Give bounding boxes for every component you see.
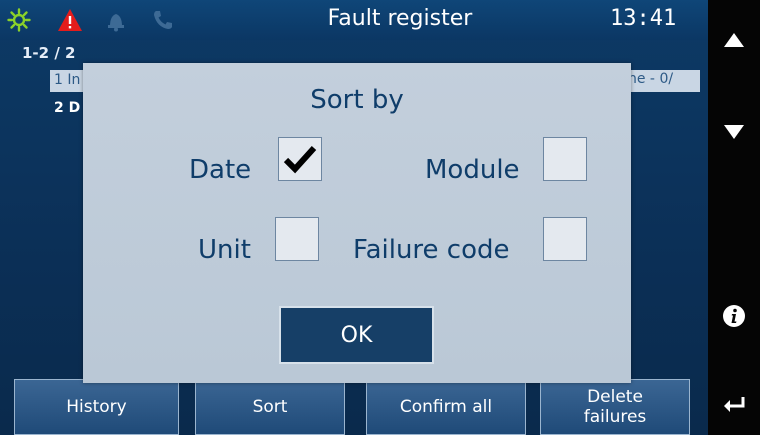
- ok-button[interactable]: OK: [279, 306, 434, 364]
- list-item-detail: ne - 0/: [628, 71, 674, 87]
- back-button[interactable]: [708, 384, 760, 424]
- delete-failures-button[interactable]: Delete failures: [540, 379, 690, 435]
- status-bar: Fault register 13:41: [0, 0, 708, 40]
- info-icon: [723, 305, 745, 327]
- bell-icon: [103, 7, 129, 33]
- sort-dialog: Sort by Date Module Unit Failure code OK: [83, 63, 631, 383]
- scroll-down-button[interactable]: [708, 112, 760, 152]
- sort-button[interactable]: Sort: [195, 379, 345, 435]
- dialog-title: Sort by: [310, 85, 404, 115]
- gear-icon: [6, 7, 32, 33]
- softkey-bar: History Sort Confirm all Delete failures: [0, 375, 708, 435]
- back-icon: [724, 397, 745, 412]
- confirm-all-button[interactable]: Confirm all: [366, 379, 526, 435]
- history-button[interactable]: History: [14, 379, 179, 435]
- date-checkbox[interactable]: [278, 137, 322, 181]
- unit-label: Unit: [198, 235, 251, 265]
- unit-checkbox[interactable]: [275, 217, 319, 261]
- failure-code-checkbox[interactable]: [543, 217, 587, 261]
- phone-icon: [150, 7, 176, 33]
- module-label: Module: [425, 155, 520, 185]
- side-rail: [708, 0, 760, 435]
- up-arrow-icon: [724, 33, 744, 47]
- device-screen: Fault register 13:41 1-2 / 2 1 In ne - 0…: [0, 0, 708, 435]
- list-item-label: 1 In: [54, 72, 81, 88]
- info-button[interactable]: [708, 296, 760, 336]
- scroll-up-button[interactable]: [708, 20, 760, 60]
- warning-icon: [57, 7, 83, 33]
- module-checkbox[interactable]: [543, 137, 587, 181]
- clock: 13:41: [610, 6, 677, 31]
- item-counter: 1-2 / 2: [22, 44, 76, 62]
- failure-code-label: Failure code: [353, 235, 510, 265]
- down-arrow-icon: [724, 125, 744, 139]
- page-title: Fault register: [327, 6, 473, 31]
- checkmark-icon: [283, 145, 317, 174]
- list-item-label: 2 D: [54, 100, 81, 116]
- date-label: Date: [189, 155, 252, 185]
